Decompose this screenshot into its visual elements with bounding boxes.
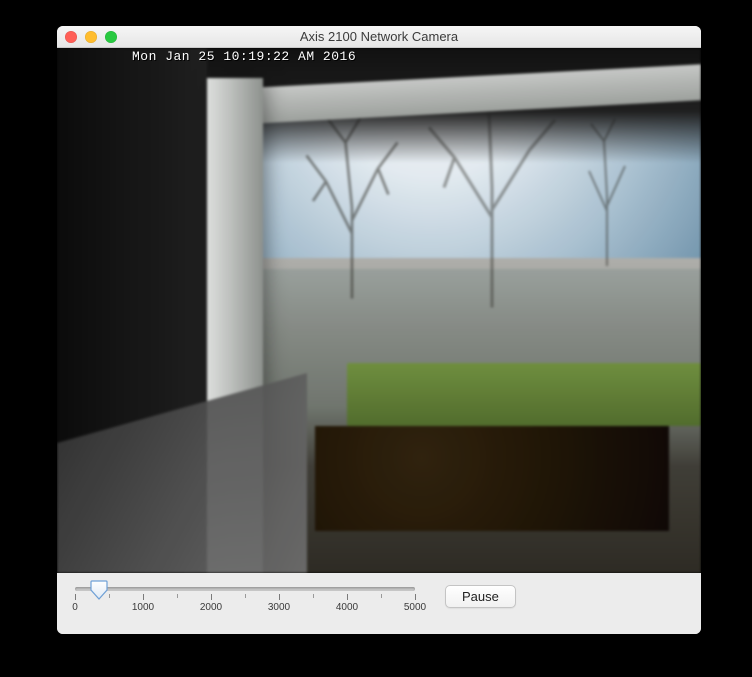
tick-major: [211, 594, 212, 600]
zoom-icon[interactable]: [105, 31, 117, 43]
tick-label: 3000: [268, 602, 290, 613]
slider-track[interactable]: [75, 587, 415, 591]
tick-minor: [109, 594, 110, 598]
controls-bar: 0 1000 2000 3000 4000 5000 Pause: [57, 573, 701, 634]
tick-label: 2000: [200, 602, 222, 613]
tick-major: [75, 594, 76, 600]
frame-slider[interactable]: 010002000300040005000: [75, 581, 415, 620]
tick-minor: [381, 594, 382, 598]
window-title: Axis 2100 Network Camera: [57, 29, 701, 44]
app-window: Axis 2100 Network Camera Mon Jan 25 10:1…: [57, 26, 701, 634]
close-icon[interactable]: [65, 31, 77, 43]
tick-minor: [313, 594, 314, 598]
tick-label: 4000: [336, 602, 358, 613]
tick-minor: [245, 594, 246, 598]
pause-button[interactable]: Pause: [445, 585, 516, 608]
tick-major: [347, 594, 348, 600]
slider-ticks: 010002000300040005000: [75, 594, 415, 620]
tick-major: [279, 594, 280, 600]
tick-label: 0: [72, 602, 78, 613]
tick-label: 1000: [132, 602, 154, 613]
video-timestamp: Mon Jan 25 10:19:22 AM 2016: [132, 49, 356, 64]
tick-major: [143, 594, 144, 600]
titlebar[interactable]: Axis 2100 Network Camera: [57, 26, 701, 48]
tick-label: 5000: [404, 602, 426, 613]
video-feed: Mon Jan 25 10:19:22 AM 2016: [57, 48, 701, 573]
tick-minor: [177, 594, 178, 598]
tick-major: [415, 594, 416, 600]
traffic-lights: [57, 31, 117, 43]
minimize-icon[interactable]: [85, 31, 97, 43]
video-frame: [57, 48, 701, 573]
